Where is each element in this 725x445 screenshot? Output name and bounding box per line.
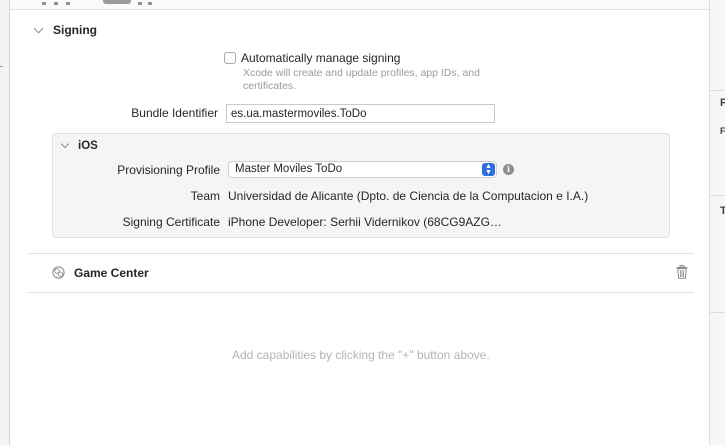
inspector-label-3: T (720, 205, 725, 217)
signing-certificate-label: Signing Certificate (122, 215, 220, 229)
inspector-label-1: P (720, 97, 725, 109)
bundle-identifier-label: Bundle Identifier (131, 106, 218, 120)
toolbar-controls-left[interactable] (42, 0, 102, 5)
auto-manage-signing-row[interactable]: Automatically manage signing (224, 51, 400, 65)
inspector-divider (710, 312, 725, 313)
sidebar-divider-tick (0, 66, 3, 67)
ios-subsection-header[interactable]: iOS (60, 138, 98, 154)
section-divider (28, 253, 694, 254)
inspector-panel-edge: P F T (709, 0, 725, 445)
auto-manage-signing-checkbox[interactable] (224, 52, 236, 64)
inspector-divider (710, 90, 725, 91)
team-label: Team (190, 189, 220, 203)
provisioning-profile-label: Provisioning Profile (117, 163, 220, 177)
provisioning-profile-value: Master Moviles ToDo (235, 163, 343, 175)
game-center-label: Game Center (74, 266, 149, 280)
toolbar-selected-tab[interactable] (103, 0, 131, 4)
add-capabilities-hint: Add capabilities by clicking the "+" but… (232, 348, 490, 362)
bundle-identifier-field[interactable] (226, 104, 495, 123)
inspector-label-2: F (720, 126, 725, 136)
chevron-down-icon[interactable] (60, 139, 70, 149)
inspector-divider (710, 195, 725, 196)
auto-manage-desc-line: Xcode will create and update profiles, a… (243, 67, 480, 79)
chevron-down-icon[interactable] (33, 23, 44, 33)
provisioning-profile-popup[interactable]: Master Moviles ToDo ▲ ▼ (228, 161, 497, 178)
info-icon[interactable]: i (503, 164, 514, 175)
team-value: Universidad de Alicante (Dpto. de Cienci… (228, 189, 589, 203)
signing-certificate-value: iPhone Developer: Serhii Vidernikov (68C… (228, 215, 502, 229)
signing-section-header[interactable]: Signing (33, 22, 97, 38)
section-divider (28, 292, 694, 293)
trash-icon[interactable] (676, 265, 688, 279)
auto-manage-desc-line: certificates. (243, 80, 297, 92)
game-center-icon (52, 266, 65, 279)
signing-section-title: Signing (53, 23, 97, 37)
top-toolbar-strip (10, 0, 710, 10)
signing-capabilities-editor: P F T Signing Automatically manage signi… (0, 0, 725, 445)
popup-stepper-icon[interactable]: ▲ ▼ (482, 163, 495, 176)
ios-subsection-title: iOS (78, 140, 98, 152)
toolbar-controls-right[interactable] (138, 0, 188, 5)
auto-manage-signing-description: Xcode will create and update profiles, a… (243, 67, 503, 93)
auto-manage-signing-label[interactable]: Automatically manage signing (241, 51, 400, 65)
